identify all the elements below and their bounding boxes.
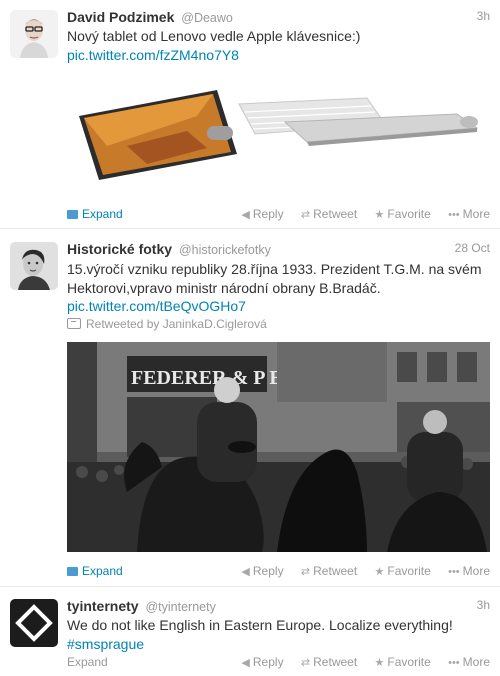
username[interactable]: @historickefotky (179, 243, 271, 257)
reply-arrow-icon: ◀ (241, 566, 250, 578)
retweet-button[interactable]: ⇄ Retweet (301, 564, 357, 578)
expand-link[interactable]: Expand (67, 564, 123, 578)
fullname[interactable]: tyinternety (67, 598, 139, 614)
reply-label: Reply (252, 655, 284, 669)
expand-link[interactable]: Expand (67, 207, 123, 221)
tweet-footer: Expand ◀ Reply ⇄ Retweet ★ Favorite ••• More (67, 655, 490, 671)
retweet-label: Retweet (313, 564, 358, 578)
reply-label: Reply (252, 564, 284, 578)
tweet-text-line: Nový tablet od Lenovo vedle Apple kláves… (67, 28, 361, 44)
retweet-button[interactable]: ⇄ Retweet (301, 655, 357, 669)
timestamp[interactable]: 28 Oct (455, 241, 490, 255)
fullname[interactable]: Historické fotky (67, 241, 172, 257)
reply-button[interactable]: ◀ Reply (241, 564, 283, 578)
tweet-text: We do not like English in Eastern Europe… (67, 616, 488, 653)
retweet-label: Retweet (313, 207, 358, 221)
tweet-actions: ◀ Reply ⇄ Retweet ★ Favorite ••• More (227, 207, 490, 221)
star-icon: ★ (374, 209, 385, 221)
ellipsis-icon: ••• (448, 209, 460, 221)
retweeted-by-label: Retweeted by JaninkaD.Ciglerová (86, 317, 267, 331)
reply-label: Reply (252, 207, 284, 221)
media-link[interactable]: pic.twitter.com/tBeQvOGHo7 (67, 297, 488, 316)
tweet-text: Nový tablet od Lenovo vedle Apple kláves… (67, 27, 488, 64)
media-link[interactable]: pic.twitter.com/fzZM4no7Y8 (67, 46, 488, 65)
retweet-label: Retweet (313, 655, 358, 669)
star-icon: ★ (374, 657, 385, 669)
username[interactable]: @tyinternety (145, 600, 215, 614)
favorite-label: Favorite (387, 655, 431, 669)
tweet-actions: ◀ Reply ⇄ Retweet ★ Favorite ••• More (227, 655, 490, 669)
favorite-button[interactable]: ★ Favorite (375, 207, 431, 221)
tweet[interactable]: tyinternety @tyinternety 3h We do not li… (0, 587, 500, 676)
favorite-label: Favorite (387, 564, 431, 578)
tweet[interactable]: David Podzimek @Deawo 3h Nový tablet od … (0, 0, 500, 229)
tweet-text: 15.výročí vzniku republiky 28.října 1933… (67, 260, 488, 316)
retweeted-by[interactable]: Retweeted by JaninkaD.Ciglerová (67, 317, 267, 331)
media-preview-image[interactable] (67, 76, 490, 194)
tweet-actions: ◀ Reply ⇄ Retweet ★ Favorite ••• More (227, 564, 490, 578)
hashtag-link[interactable]: #smsprague (67, 635, 488, 654)
tweet-footer: Expand ◀ Reply ⇄ Retweet ★ Favorite ••• More (67, 564, 490, 580)
tweet-header: Historické fotky @historickefotky 28 Oct (67, 241, 490, 259)
expand-link[interactable]: Expand (67, 655, 108, 669)
media-card-icon (67, 567, 78, 576)
favorite-label: Favorite (387, 207, 431, 221)
timestamp[interactable]: 3h (477, 598, 490, 612)
more-button[interactable]: ••• More (448, 207, 490, 221)
tweet-header: David Podzimek @Deawo 3h (67, 9, 490, 27)
more-button[interactable]: ••• More (448, 655, 490, 669)
retweet-icon (67, 318, 81, 329)
favorite-button[interactable]: ★ Favorite (375, 564, 431, 578)
tweet-header: tyinternety @tyinternety 3h (67, 598, 490, 616)
more-button[interactable]: ••• More (448, 564, 490, 578)
tweet-text-line: Hektorovi,vpravo ministr národní obrany … (67, 279, 381, 296)
media-preview-image[interactable]: FEDERER & P EN (67, 342, 490, 552)
more-label: More (462, 655, 490, 669)
avatar[interactable] (10, 10, 58, 58)
expand-label: Expand (82, 564, 123, 578)
retweet-arrows-icon: ⇄ (300, 657, 311, 669)
retweet-arrows-icon: ⇄ (300, 209, 311, 221)
storefront-sign: FEDERER & P EN (131, 367, 298, 389)
avatar[interactable] (10, 242, 58, 290)
reply-arrow-icon: ◀ (241, 657, 250, 669)
tweet[interactable]: Historické fotky @historickefotky 28 Oct… (0, 229, 500, 587)
tweet-text-line: 15.výročí vzniku republiky 28.října 1933… (67, 261, 482, 277)
more-label: More (462, 564, 490, 578)
timestamp[interactable]: 3h (477, 9, 490, 23)
retweet-button[interactable]: ⇄ Retweet (301, 207, 357, 221)
more-label: More (462, 207, 490, 221)
ellipsis-icon: ••• (448, 657, 460, 669)
avatar[interactable] (10, 599, 58, 647)
reply-arrow-icon: ◀ (241, 209, 250, 221)
media-card-icon (67, 210, 78, 219)
tweet-text-line: We do not like English in Eastern Europe… (67, 617, 453, 633)
reply-button[interactable]: ◀ Reply (241, 655, 283, 669)
retweet-arrows-icon: ⇄ (300, 566, 311, 578)
username[interactable]: @Deawo (181, 11, 233, 25)
fullname[interactable]: David Podzimek (67, 9, 174, 25)
ellipsis-icon: ••• (448, 566, 460, 578)
expand-label: Expand (82, 207, 123, 221)
favorite-button[interactable]: ★ Favorite (375, 655, 431, 669)
star-icon: ★ (374, 566, 385, 578)
reply-button[interactable]: ◀ Reply (241, 207, 283, 221)
tweet-footer: Expand ◀ Reply ⇄ Retweet ★ Favorite ••• More (67, 207, 490, 223)
